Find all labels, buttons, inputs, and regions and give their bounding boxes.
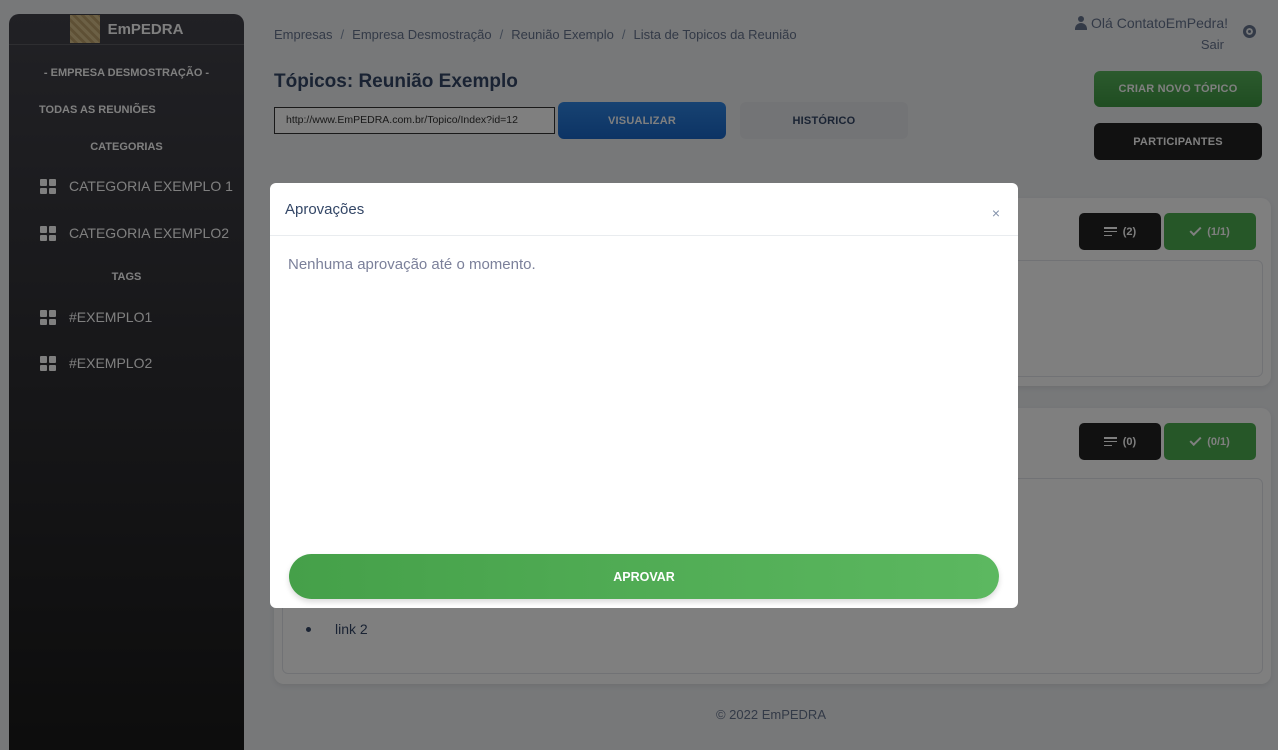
close-icon[interactable]: ×: [992, 205, 1000, 221]
approvals-modal: Aprovações × Nenhuma aprovação até o mom…: [270, 183, 1018, 608]
modal-header: Aprovações ×: [270, 183, 1018, 236]
modal-title: Aprovações: [285, 201, 365, 218]
modal-message: Nenhuma aprovação até o momento.: [288, 256, 536, 273]
approve-button[interactable]: APROVAR: [289, 554, 999, 599]
